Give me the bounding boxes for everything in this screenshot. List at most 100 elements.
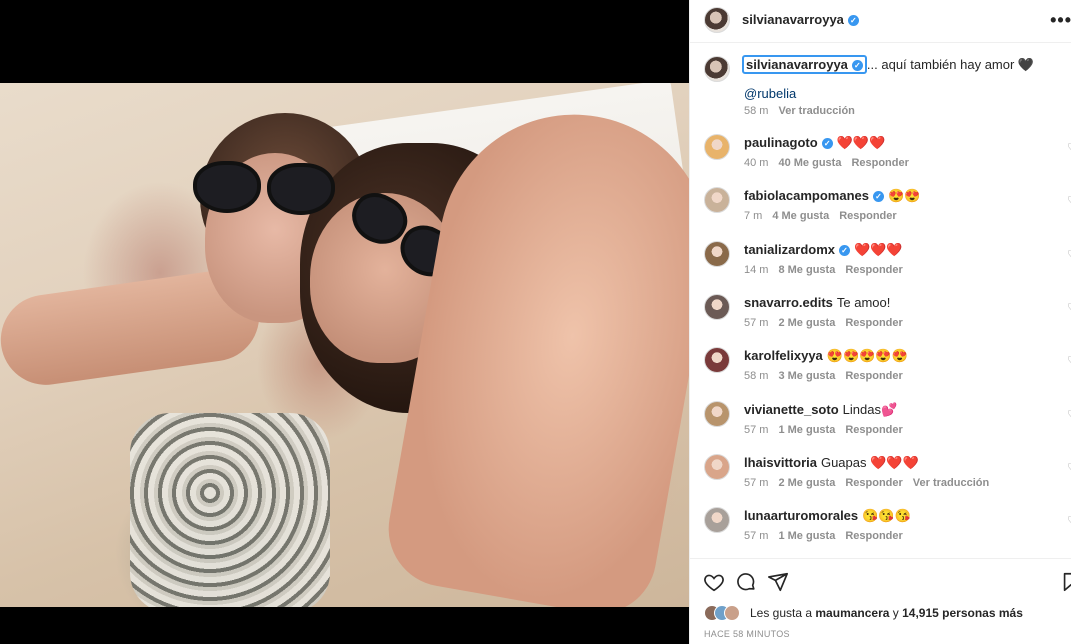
- comment-likes[interactable]: 40 Me gusta: [778, 157, 841, 169]
- comment-text: 😍😍😍😍😍: [826, 348, 908, 364]
- comment-text: ❤️❤️❤️: [836, 135, 886, 150]
- comment: vivianette_soto Lindas💕: [744, 402, 897, 418]
- comment-likes[interactable]: 1 Me gusta: [778, 424, 835, 436]
- comment: karolfelixyya 😍😍😍😍😍: [744, 348, 908, 364]
- comment-meta: 7 m 4 Me gusta Responder: [744, 210, 907, 222]
- comment-username[interactable]: vivianette_soto: [744, 402, 839, 417]
- caption-mention[interactable]: @rubelia: [744, 86, 796, 101]
- comment-username[interactable]: lhaisvittoria: [744, 455, 817, 470]
- post-author[interactable]: silvianavarroyya ✓: [742, 12, 859, 27]
- comment-like-heart-icon[interactable]: ♡: [1067, 141, 1071, 154]
- caption-meta: 58 m Ver traducción: [744, 105, 855, 117]
- comment-like-heart-icon[interactable]: ♡: [1067, 301, 1071, 314]
- comment-avatar[interactable]: [704, 347, 730, 374]
- reply-button[interactable]: Responder: [845, 424, 902, 436]
- comment-likes[interactable]: 2 Me gusta: [778, 477, 835, 489]
- comment-like-heart-icon[interactable]: ♡: [1067, 514, 1071, 527]
- comment-likes[interactable]: 1 Me gusta: [778, 530, 835, 542]
- comment: lunaarturomorales 😘😘😘: [744, 508, 911, 524]
- comment-time: 40 m: [744, 157, 769, 169]
- comment-like-heart-icon[interactable]: ♡: [1067, 248, 1071, 261]
- post-photo[interactable]: [0, 83, 689, 607]
- post-actions: Les gusta a maumancera y 14,915 personas…: [690, 558, 1071, 644]
- comment-meta: 57 m 2 Me gusta Responder: [744, 317, 913, 329]
- avatar[interactable]: [704, 7, 730, 33]
- post-timestamp: HACE 58 MINUTOS: [704, 629, 790, 639]
- comment-like-heart-icon[interactable]: ♡: [1067, 461, 1071, 474]
- share-icon[interactable]: [767, 571, 789, 593]
- comment-time: 57 m: [744, 423, 769, 436]
- comment-likes[interactable]: 3 Me gusta: [778, 370, 835, 382]
- comment-text: 😍😍: [888, 188, 921, 204]
- sunglasses: [193, 161, 343, 217]
- comment-like-heart-icon[interactable]: ♡: [1067, 408, 1071, 421]
- comment-icon[interactable]: [735, 571, 757, 593]
- translate-button[interactable]: Ver traducción: [913, 477, 989, 489]
- comment-meta: 57 m 2 Me gusta Responder Ver traducción: [744, 477, 999, 489]
- instagram-post-view: silvianavarroyya ✓ ••• silvianavarroyya ✓.…: [0, 0, 1071, 644]
- comment: tanializardomx ✓ ❤️❤️❤️: [744, 242, 903, 258]
- comment-time: 58 m: [744, 370, 769, 383]
- comment: lhaisvittoria Guapas ❤️❤️❤️: [744, 455, 919, 471]
- comment-avatar[interactable]: [704, 187, 730, 214]
- comment-likes[interactable]: 8 Me gusta: [778, 264, 835, 276]
- comment-text: Te amoo!: [836, 294, 891, 310]
- comment-time: 57 m: [744, 530, 769, 543]
- comment-meta: 58 m 3 Me gusta Responder: [744, 370, 913, 382]
- comment-time: 57 m: [744, 476, 769, 489]
- more-horizontal-icon[interactable]: •••: [1050, 10, 1071, 31]
- comment-text: 😘😘😘: [862, 508, 911, 524]
- comment-meta: 40 m 40 Me gusta Responder: [744, 157, 919, 169]
- reply-button[interactable]: Responder: [845, 530, 902, 542]
- comment: fabiolacampomanes ✓ 😍😍: [744, 188, 920, 204]
- comment-avatar[interactable]: [704, 134, 730, 160]
- reply-button[interactable]: Responder: [851, 157, 908, 169]
- verified-badge-icon: ✓: [873, 191, 884, 203]
- reply-button[interactable]: Responder: [845, 370, 902, 382]
- comment-username[interactable]: karolfelixyya: [744, 348, 823, 363]
- comment-username[interactable]: snavarro.edits: [744, 295, 833, 310]
- comment-avatar[interactable]: [704, 400, 730, 427]
- likes-user-link[interactable]: maumancera: [815, 606, 889, 620]
- reply-button[interactable]: Responder: [845, 317, 902, 329]
- comment-avatar[interactable]: [704, 240, 730, 267]
- verified-badge-icon: ✓: [851, 60, 863, 72]
- comment-time: 7 m: [744, 210, 763, 223]
- caption: silvianavarroyya ✓... aquí también hay am…: [742, 55, 1034, 74]
- reply-button[interactable]: Responder: [839, 210, 896, 222]
- comment-avatar[interactable]: [704, 507, 730, 534]
- avatar: [724, 605, 740, 621]
- comment-username[interactable]: paulinagoto: [744, 135, 818, 150]
- comment-like-heart-icon[interactable]: ♡: [1067, 354, 1071, 367]
- comment-avatar[interactable]: [704, 453, 730, 480]
- comment-avatar[interactable]: [704, 293, 730, 320]
- likes-count-link[interactable]: 14,915 personas más: [902, 606, 1023, 620]
- post-side-panel: silvianavarroyya ✓ ••• silvianavarroyya ✓.…: [689, 0, 1071, 644]
- comment-username[interactable]: lunaarturomorales: [744, 508, 858, 523]
- comment-meta: 57 m 1 Me gusta Responder: [744, 530, 913, 542]
- comment-likes[interactable]: 4 Me gusta: [772, 210, 829, 222]
- reply-button[interactable]: Responder: [845, 477, 902, 489]
- comment-time: 14 m: [744, 263, 769, 276]
- comment: snavarro.edits Te amoo!: [744, 295, 890, 310]
- comment-username[interactable]: tanializardomx: [744, 242, 835, 257]
- reply-button[interactable]: Responder: [845, 264, 902, 276]
- caption-author[interactable]: silvianavarroyya ✓: [742, 55, 867, 74]
- post-header: silvianavarroyya ✓ •••: [690, 0, 1071, 43]
- comment-username[interactable]: fabiolacampomanes: [744, 188, 869, 203]
- avatar[interactable]: [704, 56, 730, 82]
- comment-likes[interactable]: 2 Me gusta: [778, 317, 835, 329]
- bookmark-icon[interactable]: [1060, 571, 1071, 593]
- media-area: [0, 0, 689, 644]
- verified-badge-icon: ✓: [847, 15, 859, 27]
- comment-meta: 14 m 8 Me gusta Responder: [744, 264, 913, 276]
- comment-text: Lindas💕: [842, 401, 898, 417]
- comment-time: 57 m: [744, 316, 769, 329]
- comment: paulinagoto ✓ ❤️❤️❤️: [744, 135, 885, 151]
- comment-text: ❤️❤️❤️: [854, 241, 903, 257]
- heart-icon[interactable]: [703, 571, 725, 593]
- comment-meta: 57 m 1 Me gusta Responder: [744, 424, 913, 436]
- comment-like-heart-icon[interactable]: ♡: [1067, 194, 1071, 207]
- verified-badge-icon: ✓: [821, 138, 833, 150]
- comment-text: Guapas ❤️❤️❤️: [820, 454, 919, 470]
